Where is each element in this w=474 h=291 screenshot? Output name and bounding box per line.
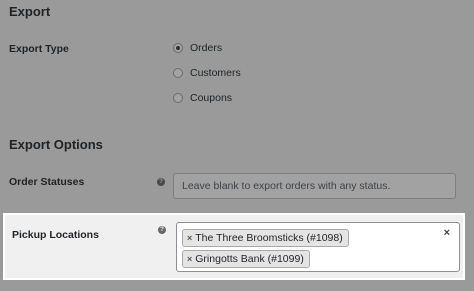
close-icon[interactable]: × (187, 254, 192, 264)
export-type-radio-customers[interactable]: Customers (173, 66, 241, 80)
help-icon[interactable]: ? (158, 226, 166, 234)
clear-icon[interactable]: × (444, 227, 450, 239)
radio-label-coupons: Coupons (190, 92, 233, 104)
pickup-locations-label: Pickup Locations (12, 229, 99, 241)
export-type-radio-orders[interactable]: Orders (173, 41, 222, 55)
export-type-radio-coupons[interactable]: Coupons (173, 91, 232, 105)
selected-tag: × The Three Broomsticks (#1098) (182, 229, 349, 247)
radio-label-customers: Customers (190, 67, 241, 79)
export-options-section-title: Export Options (9, 137, 103, 152)
selected-tag: × Gringotts Bank (#1099) (182, 250, 310, 268)
export-type-label: Export Type (9, 43, 69, 55)
radio-button[interactable] (173, 93, 183, 103)
radio-button[interactable] (173, 68, 183, 78)
help-icon[interactable]: ? (157, 178, 165, 186)
pickup-locations-select[interactable]: × The Three Broomsticks (#1098) × Gringo… (176, 222, 460, 272)
export-section-title: Export (9, 4, 51, 19)
pickup-locations-row: Pickup Locations ? × The Three Broomstic… (3, 213, 465, 280)
order-statuses-input[interactable]: Leave blank to export orders with any st… (173, 173, 456, 199)
radio-button[interactable] (173, 43, 183, 53)
tag-label: Gringotts Bank (#1099) (195, 253, 304, 265)
order-statuses-placeholder: Leave blank to export orders with any st… (182, 180, 391, 192)
order-statuses-label: Order Statuses (9, 176, 85, 188)
close-icon[interactable]: × (187, 233, 192, 243)
radio-label-orders: Orders (190, 42, 223, 54)
tag-label: The Three Broomsticks (#1098) (195, 232, 343, 244)
